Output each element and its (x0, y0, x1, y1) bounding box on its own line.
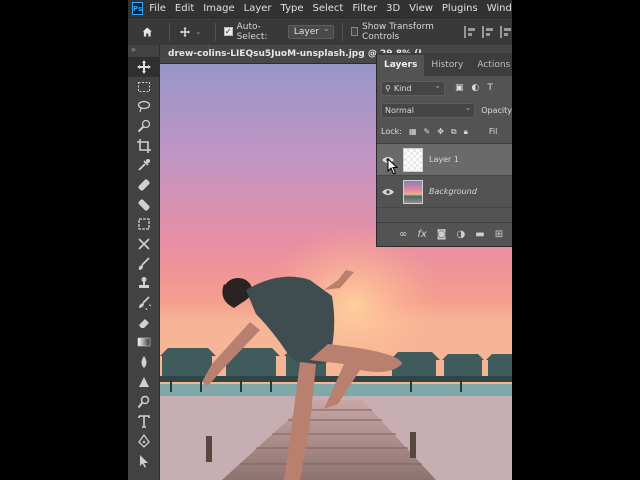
mouse-pointer-icon (387, 158, 399, 175)
home-icon[interactable] (142, 25, 153, 39)
pixel-filter-icon[interactable]: ▣ (455, 83, 464, 93)
eyedropper-tool-icon[interactable] (128, 155, 160, 175)
align-left-icon[interactable] (464, 25, 476, 38)
layers-panel: Layers History Actions ⚲ Kind ▣ ◐ T Norm… (376, 53, 512, 247)
search-icon: ⚲ (385, 83, 391, 93)
align-icons (464, 25, 512, 38)
lasso-tool-icon[interactable] (128, 96, 160, 116)
visibility-eye-icon[interactable] (377, 188, 399, 196)
auto-select-label: Auto-Select: (236, 21, 268, 42)
tab-actions[interactable]: Actions (470, 55, 512, 76)
auto-select-target-dropdown[interactable]: Layer (287, 24, 334, 39)
bandage-tool-icon[interactable] (128, 195, 160, 215)
eraser-tool-icon[interactable] (128, 313, 160, 333)
marquee-tool-icon[interactable] (128, 77, 160, 97)
clone-stamp-tool-icon[interactable] (128, 274, 160, 294)
path-selection-tool-icon[interactable] (128, 451, 160, 471)
zoom-pen-tool-icon[interactable] (128, 392, 160, 412)
layer-row-background[interactable]: Background (377, 176, 512, 208)
blur-tool-icon[interactable] (128, 352, 160, 372)
lock-position-icon[interactable]: ✥ (437, 127, 444, 136)
layer-name: Background (429, 187, 477, 196)
lock-label: Lock: (381, 127, 402, 136)
tools-panel: » (128, 45, 160, 480)
move-tool-icon[interactable] (128, 57, 160, 77)
blend-mode-dropdown[interactable]: Normal (381, 102, 476, 118)
menu-select[interactable]: Select (312, 3, 343, 14)
options-separator (168, 22, 170, 41)
menu-bar: Ps File Edit Image Layer Type Select Fil… (128, 0, 512, 17)
layers-panel-footer: ∞ fx ◙ ◑ ▬ ⊞ (377, 222, 512, 246)
opacity-label: Opacity (481, 105, 512, 115)
new-layer-icon[interactable]: ⊞ (495, 229, 503, 240)
layer-thumbnail (403, 179, 423, 204)
menu-layer[interactable]: Layer (244, 3, 272, 14)
collapse-toolbar-icon[interactable]: » (128, 45, 159, 57)
panel-tabs: Layers History Actions (377, 53, 512, 76)
history-brush-tool-icon[interactable] (128, 293, 160, 313)
layer-thumbnail (403, 147, 423, 172)
menu-edit[interactable]: Edit (175, 3, 194, 14)
chevron-down-icon[interactable]: ⌄ (195, 28, 201, 36)
menu-plugins[interactable]: Plugins (442, 3, 478, 14)
layer-name: Layer 1 (429, 155, 459, 164)
fx-icon[interactable]: fx (417, 229, 426, 240)
gradient-tool-icon[interactable] (128, 333, 160, 353)
auto-select-checkbox[interactable] (223, 27, 233, 36)
quick-select-tool-icon[interactable] (128, 116, 160, 136)
options-separator (342, 22, 343, 41)
type-filter-icon[interactable]: T (487, 83, 493, 93)
move-tool-preset-icon[interactable] (179, 24, 191, 40)
align-center-icon[interactable] (482, 25, 494, 38)
menu-type[interactable]: Type (281, 3, 304, 14)
blend-mode-row: Normal Opacity (377, 100, 512, 120)
options-separator (215, 22, 216, 41)
show-transform-controls-checkbox[interactable] (350, 27, 358, 36)
adjustment-filter-icon[interactable]: ◐ (472, 83, 480, 93)
filter-kind-label: Kind (393, 83, 412, 93)
fill-label: Fil (488, 127, 498, 136)
options-bar: ⌄ Auto-Select: Layer Show Transform Cont… (128, 17, 512, 45)
layer-filter-row: ⚲ Kind ▣ ◐ T (377, 76, 512, 100)
align-right-icon[interactable] (500, 25, 512, 38)
lock-pixels-icon[interactable]: ✎ (424, 127, 431, 136)
burn-tool-icon[interactable] (128, 372, 160, 392)
menu-file[interactable]: File (149, 3, 166, 14)
healing-brush-tool-icon[interactable] (128, 175, 160, 195)
menu-filter[interactable]: Filter (352, 3, 377, 14)
adjustment-icon[interactable]: ◑ (457, 229, 466, 240)
type-tool-icon[interactable] (128, 411, 160, 431)
folder-icon[interactable]: ▬ (475, 229, 484, 240)
right-letterbox (512, 0, 640, 480)
tab-history[interactable]: History (424, 55, 470, 76)
mask-icon[interactable]: ◙ (437, 229, 447, 240)
menu-3d[interactable]: 3D (386, 3, 400, 14)
lock-transparent-icon[interactable]: ▦ (409, 127, 417, 136)
menu-image[interactable]: Image (203, 3, 234, 14)
filter-icons: ▣ ◐ T (455, 83, 493, 93)
patch-tool-icon[interactable] (128, 234, 160, 254)
menu-window[interactable]: Window (487, 3, 512, 14)
filter-kind-dropdown[interactable]: ⚲ Kind (381, 80, 445, 96)
pen-tool-icon[interactable] (128, 431, 160, 451)
link-icon[interactable]: ∞ (399, 229, 407, 240)
tab-layers[interactable]: Layers (377, 55, 425, 76)
frame-tool-icon[interactable] (128, 215, 160, 235)
lock-row: Lock: ▦ ✎ ✥ ⧉ 🔒︎ Fil (377, 120, 512, 144)
photoshop-window: Ps File Edit Image Layer Type Select Fil… (128, 0, 512, 480)
lock-artboard-icon[interactable]: ⧉ (451, 127, 457, 137)
photoshop-logo-icon: Ps (132, 2, 144, 15)
show-transform-controls-label: Show Transform Controls (362, 21, 434, 42)
brush-tool-icon[interactable] (128, 254, 160, 274)
blend-mode-label: Normal (385, 105, 414, 115)
left-letterbox (0, 0, 128, 480)
crop-tool-icon[interactable] (128, 136, 160, 156)
lock-all-icon[interactable]: 🔒︎ (464, 127, 468, 137)
menu-view[interactable]: View (409, 3, 433, 14)
